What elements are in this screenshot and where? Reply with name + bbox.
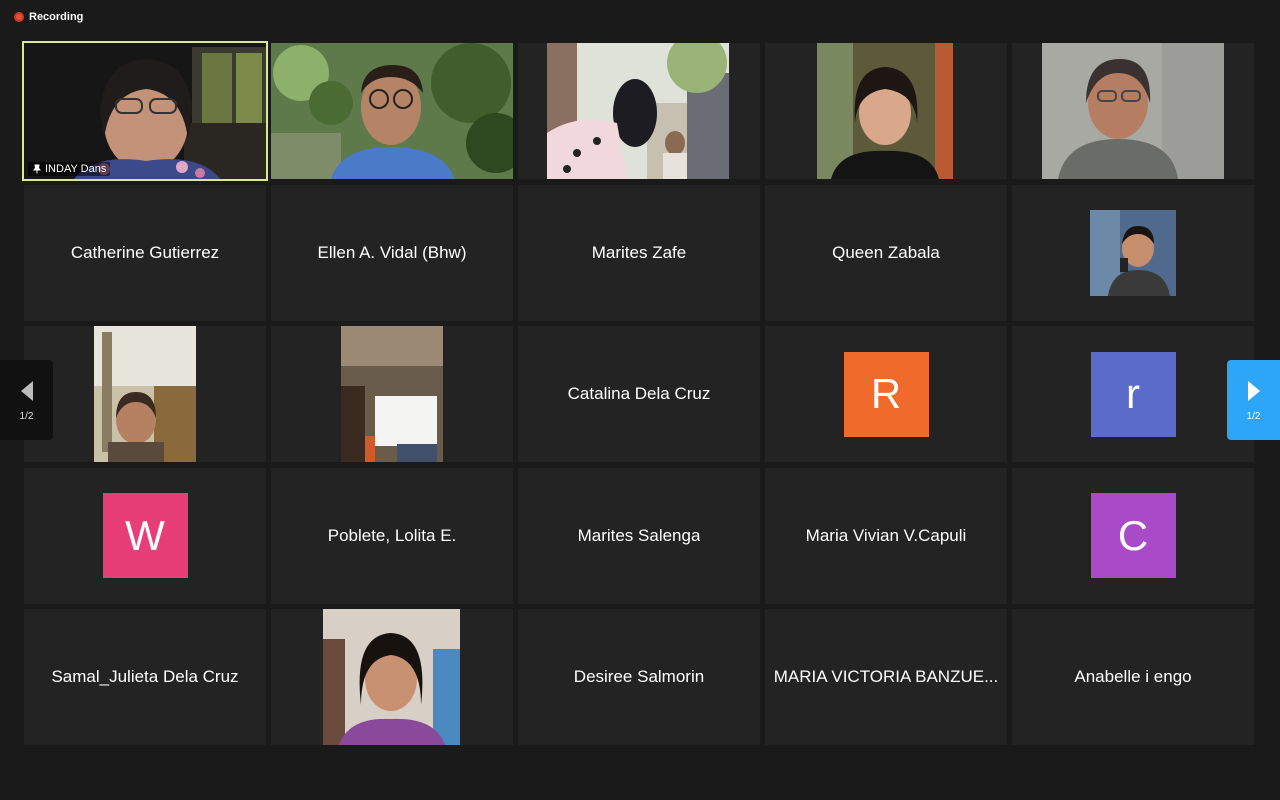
participant-tile[interactable]: Marites Zafe [518, 184, 760, 321]
video-feed [1042, 43, 1224, 179]
participant-tile[interactable]: Anabelle i engo [1012, 609, 1254, 745]
video-feed [547, 43, 729, 179]
participant-tile[interactable]: MARIA VICTORIA BANZUE... [765, 609, 1007, 745]
participant-tile[interactable]: Maria Vivian V.Capuli [765, 467, 1007, 604]
gallery-grid: INDAY Dans Catherine Gutierrez Ellen A. … [22, 41, 1256, 745]
next-page-button[interactable]: 1/2 [1227, 360, 1280, 440]
video-feed [817, 43, 953, 179]
participant-name: Ellen A. Vidal (Bhw) [317, 242, 467, 262]
video-tile-woman-smiling[interactable] [765, 43, 1007, 179]
video-tile-child[interactable] [1012, 184, 1254, 321]
video-feed [94, 326, 196, 462]
avatar: r [1090, 351, 1176, 437]
avatar-tile[interactable]: R [765, 326, 1007, 462]
video-tile-woman-purple[interactable] [271, 609, 513, 745]
video-tile-window[interactable] [24, 326, 266, 462]
next-page-indicator: 1/2 [1246, 410, 1261, 422]
participant-tile[interactable]: Catalina Dela Cruz [518, 326, 760, 462]
video-tile-older-woman[interactable] [1012, 43, 1254, 179]
participant-name: MARIA VICTORIA BANZUE... [773, 667, 999, 686]
video-tile-hallway[interactable] [518, 43, 760, 179]
participant-name: Maria Vivian V.Capuli [805, 525, 967, 545]
participant-name: Marites Salenga [577, 525, 701, 545]
participant-tile[interactable]: Catherine Gutierrez [24, 184, 266, 321]
prev-page-indicator: 1/2 [19, 410, 34, 422]
participant-tile[interactable]: Samal_Julieta Dela Cruz [24, 609, 266, 745]
participant-name: Queen Zabala [832, 242, 940, 262]
participant-name: Marites Zafe [591, 242, 687, 262]
chevron-right-icon [1247, 380, 1260, 401]
avatar-tile[interactable]: r [1012, 326, 1254, 462]
pin-icon [33, 164, 41, 174]
video-feed [1090, 209, 1176, 296]
participant-name: Samal_Julieta Dela Cruz [51, 667, 239, 686]
participant-tile[interactable]: Queen Zabala [765, 184, 1007, 321]
participant-name: Poblete, Lolita E. [327, 525, 457, 545]
record-dot-icon [14, 12, 24, 22]
avatar-tile[interactable]: C [1012, 467, 1254, 604]
video-feed [271, 43, 513, 179]
video-tile-man-glasses[interactable] [271, 43, 513, 179]
avatar: R [843, 351, 929, 437]
participant-tile[interactable]: Marites Salenga [518, 467, 760, 604]
recording-label: Recording [29, 11, 84, 23]
participant-tile[interactable]: Ellen A. Vidal (Bhw) [271, 184, 513, 321]
video-tile-room[interactable] [271, 326, 513, 462]
speaker-name: INDAY Dans [45, 163, 107, 175]
participant-tile[interactable]: Poblete, Lolita E. [271, 467, 513, 604]
prev-page-button[interactable]: 1/2 [0, 360, 53, 440]
video-tile-inday-dans[interactable]: INDAY Dans [22, 41, 268, 181]
recording-indicator: Recording [14, 11, 83, 23]
participant-name: Catalina Dela Cruz [567, 384, 711, 403]
video-feed [24, 43, 266, 179]
video-feed [341, 326, 443, 462]
avatar: W [102, 493, 188, 578]
chevron-left-icon [20, 380, 33, 401]
video-feed [323, 609, 460, 745]
participant-name: Catherine Gutierrez [70, 242, 220, 262]
avatar-tile[interactable]: W [24, 467, 266, 604]
participant-name: Anabelle i engo [1074, 667, 1192, 686]
speaker-name-tag: INDAY Dans [28, 162, 111, 176]
participant-name: Desiree Salmorin [573, 667, 705, 686]
participant-tile[interactable]: Desiree Salmorin [518, 609, 760, 745]
avatar: C [1090, 493, 1176, 578]
